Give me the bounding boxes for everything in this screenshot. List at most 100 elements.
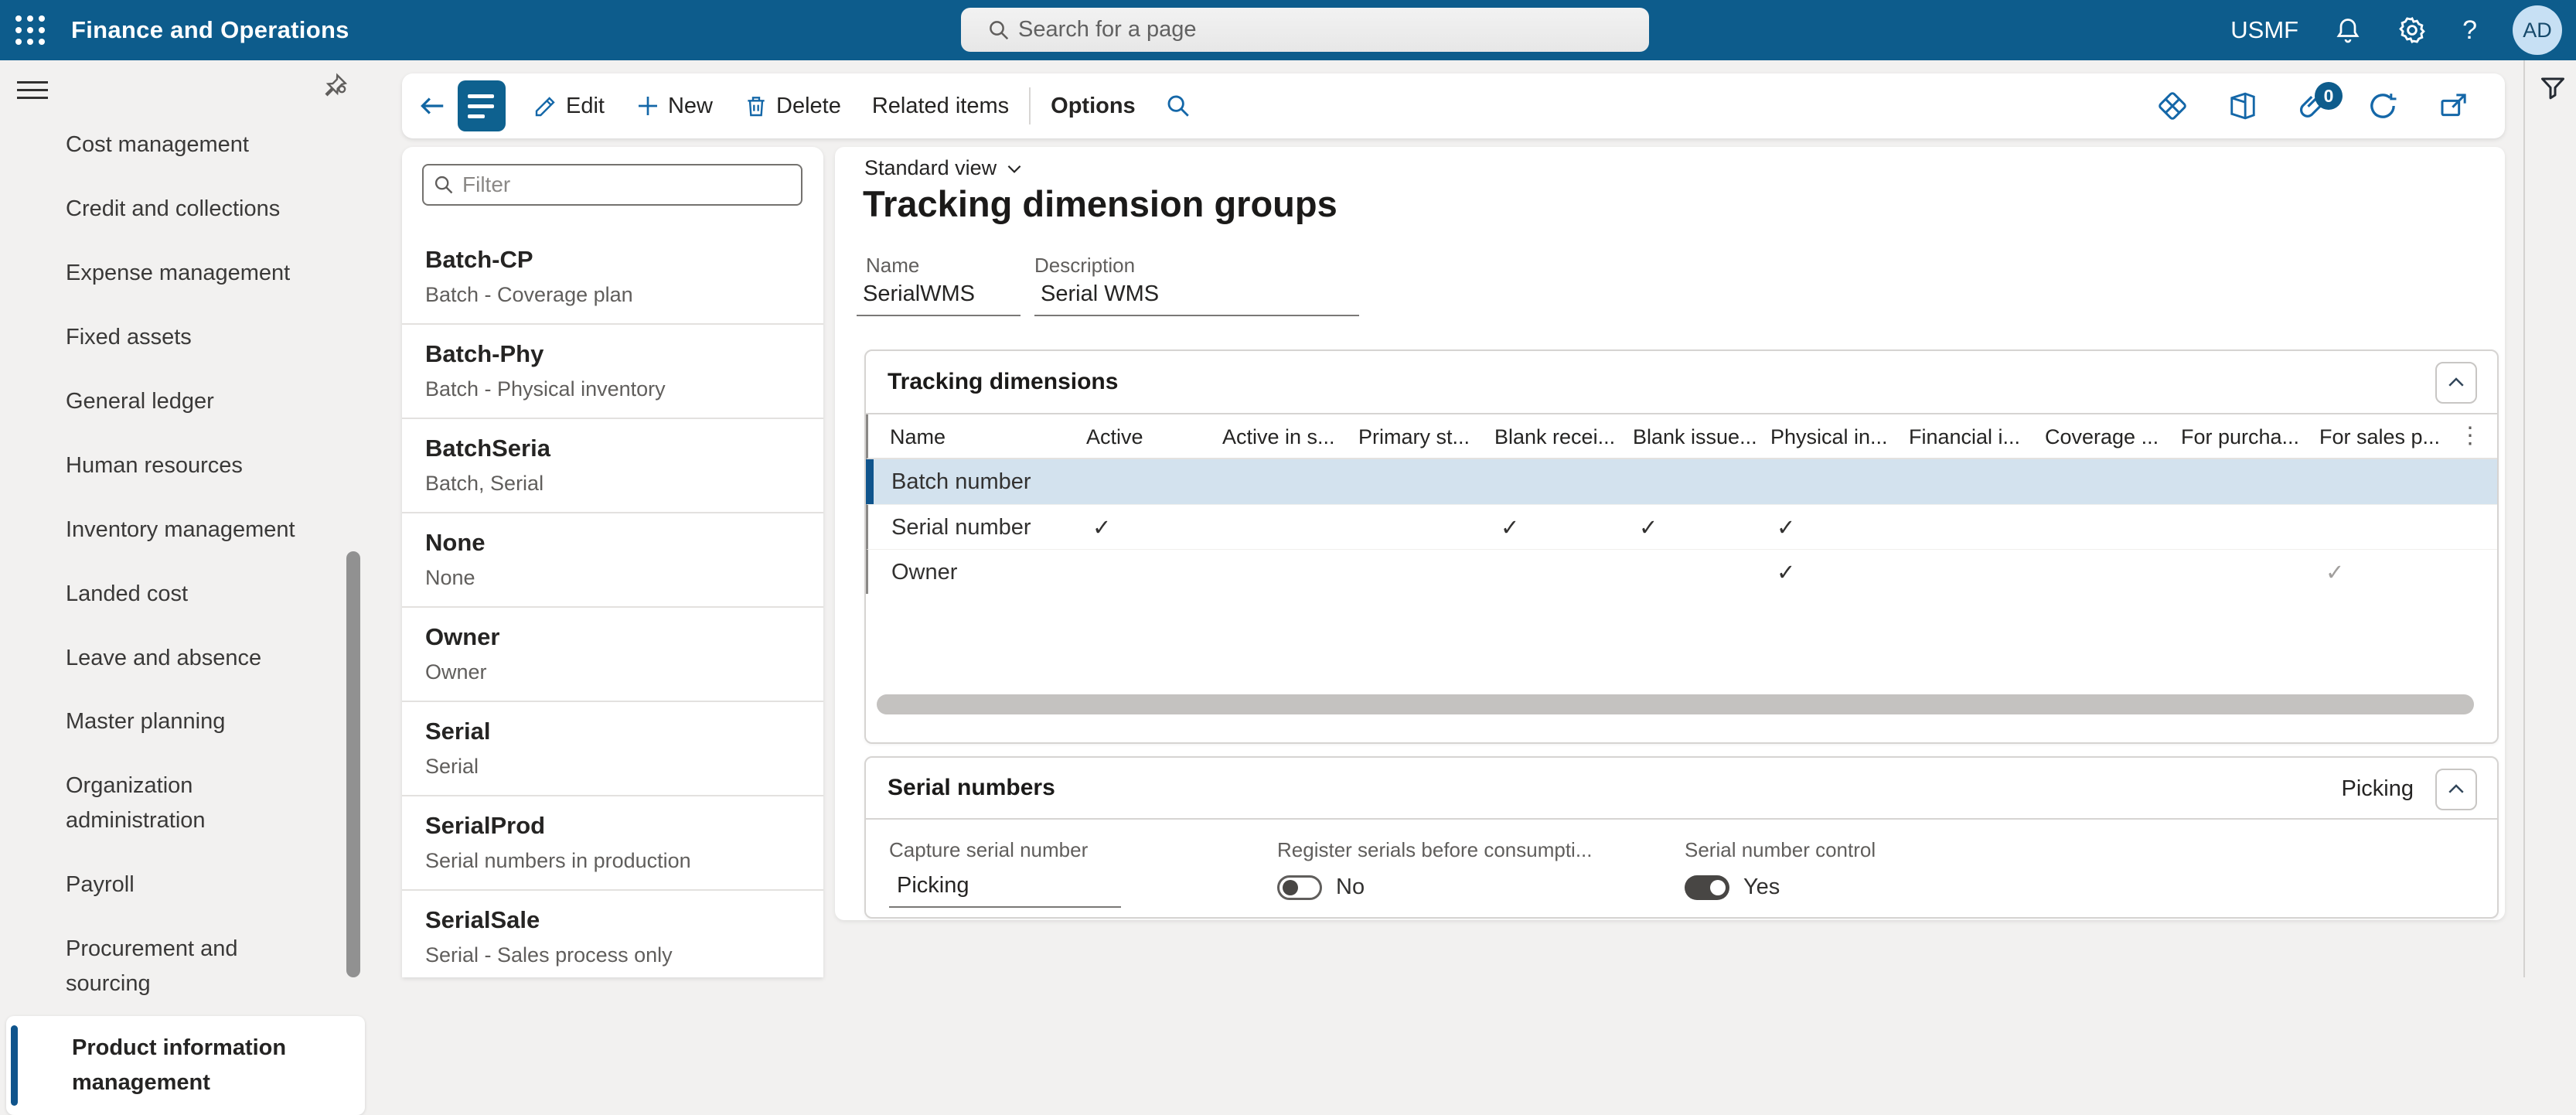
divider (1029, 87, 1031, 124)
sidebar-item-human-resources[interactable]: Human resources (0, 434, 368, 498)
table-row-owner[interactable]: Owner ✓ ✓ (866, 549, 2497, 594)
name-field[interactable] (857, 281, 1021, 316)
list-item-name: SerialProd (425, 812, 816, 840)
sidebar-item-master-planning[interactable]: Master planning (0, 690, 368, 754)
list-filter[interactable] (422, 164, 802, 206)
delete-button[interactable]: Delete (728, 73, 857, 138)
back-arrow-icon[interactable] (417, 91, 447, 121)
attachments-paperclip-icon[interactable]: 0 (2298, 91, 2327, 121)
checkmark-icon: ✓ (1777, 559, 1795, 586)
column-header-blank-recei[interactable]: Blank recei... (1494, 425, 1615, 449)
column-header-primary-st[interactable]: Primary st... (1358, 425, 1470, 449)
office-icon[interactable] (2228, 91, 2257, 121)
unpin-icon[interactable] (322, 71, 349, 99)
filter-funnel-icon[interactable] (2539, 74, 2567, 102)
list-item-name: Owner (425, 623, 816, 651)
actionbar-search-icon[interactable] (1151, 93, 1205, 119)
refresh-icon[interactable] (2367, 90, 2398, 121)
table-row-batch-number[interactable]: Batch number (866, 459, 2497, 504)
waffle-menu-icon[interactable] (0, 0, 60, 60)
list-item-none[interactable]: NoneNone (402, 513, 823, 608)
capture-serial-number-label: Capture serial number (889, 838, 1121, 862)
sidebar-item-label: Leave and absence (66, 641, 261, 676)
column-header-active[interactable]: Active (1086, 425, 1143, 449)
plus-icon (635, 94, 660, 118)
sidebar-item-general-ledger[interactable]: General ledger (0, 370, 368, 434)
new-button[interactable]: New (620, 73, 728, 138)
options-menu[interactable]: Options (1035, 73, 1151, 138)
list-item-description: Serial - Sales process only (425, 943, 816, 967)
column-header-physical-in[interactable]: Physical in... (1770, 425, 1888, 449)
filter-input[interactable] (462, 172, 772, 197)
sidebar-item-fixed-assets[interactable]: Fixed assets (0, 305, 368, 370)
checkmark-icon: ✓ (2326, 559, 2344, 586)
sidebar-item-inventory-management[interactable]: Inventory management (0, 498, 368, 562)
collapse-chevron-up-button[interactable] (2435, 362, 2477, 404)
section-title: Tracking dimensions (888, 369, 1118, 395)
grid-horizontal-scrollbar[interactable] (877, 694, 2474, 714)
serial-numbers-section: Serial numbers Picking Capture serial nu… (864, 756, 2499, 919)
show-list-button[interactable] (458, 80, 506, 131)
open-in-new-window-icon[interactable] (2438, 90, 2469, 121)
checkmark-icon: ✓ (1092, 514, 1111, 541)
register-serials-toggle[interactable] (1277, 875, 1322, 900)
sidebar-item-procurement-and-sourcing[interactable]: Procurement and sourcing (0, 917, 368, 1016)
settings-gear-icon[interactable] (2397, 15, 2427, 45)
list-item-batch-cp[interactable]: Batch-CPBatch - Coverage plan (402, 230, 823, 325)
list-item-batch-phy[interactable]: Batch-PhyBatch - Physical inventory (402, 325, 823, 419)
serial-numbers-header[interactable]: Serial numbers Picking (866, 758, 2497, 820)
sidebar-item-credit-and-collections[interactable]: Credit and collections (0, 177, 368, 241)
list-item-name: None (425, 529, 816, 557)
sidebar-item-payroll[interactable]: Payroll (0, 853, 368, 917)
list-item-description: Batch, Serial (425, 472, 816, 496)
column-header-for-sales-p[interactable]: For sales p... (2319, 425, 2440, 449)
list-item-serial[interactable]: SerialSerial (402, 702, 823, 796)
row-name-cell: Batch number (891, 469, 1031, 495)
nav-scrollbar-thumb[interactable] (346, 551, 360, 977)
table-row-serial-number[interactable]: Serial number✓✓✓✓ (866, 504, 2497, 549)
row-name-cell: Owner (891, 560, 957, 585)
sidebar-item-expense-management[interactable]: Expense management (0, 241, 368, 305)
collapse-chevron-up-button[interactable] (2435, 769, 2477, 810)
search-input[interactable] (1018, 17, 1590, 43)
sidebar-item-landed-cost[interactable]: Landed cost (0, 562, 368, 626)
tracking-dimensions-header[interactable]: Tracking dimensions (866, 351, 2497, 414)
sidebar-item-label: General ledger (66, 384, 214, 419)
capture-serial-number-field[interactable] (889, 862, 1121, 908)
sidebar-item-label: Fixed assets (66, 320, 192, 355)
serial-number-control-toggle[interactable] (1685, 875, 1729, 900)
column-header-active-in-s[interactable]: Active in s... (1222, 425, 1335, 449)
attachments-count-badge: 0 (2315, 82, 2343, 110)
column-header-for-purcha[interactable]: For purcha... (2181, 425, 2299, 449)
edit-button[interactable]: Edit (518, 73, 620, 138)
avatar[interactable]: AD (2513, 5, 2562, 55)
power-apps-icon[interactable] (2157, 90, 2188, 121)
sidebar-item-organization-administration[interactable]: Organization administration (0, 754, 368, 853)
company-picker[interactable]: USMF (2230, 16, 2298, 44)
row-name-cell: Serial number (891, 515, 1031, 540)
column-options-icon[interactable]: ⋮ (2458, 422, 2482, 449)
section-summary: Picking (2342, 776, 2414, 802)
column-header-coverage[interactable]: Coverage ... (2045, 425, 2159, 449)
sidebar-item-label: Human resources (66, 448, 243, 483)
list-item-batchseria[interactable]: BatchSeriaBatch, Serial (402, 419, 823, 513)
help-icon[interactable]: ? (2462, 15, 2477, 46)
column-header-name[interactable]: Name (890, 425, 946, 449)
list-item-serialsale[interactable]: SerialSaleSerial - Sales process only (402, 891, 823, 977)
list-item-owner[interactable]: OwnerOwner (402, 608, 823, 702)
column-header-financial-i[interactable]: Financial i... (1909, 425, 2020, 449)
sidebar-item-label: Payroll (66, 868, 135, 902)
list-item-serialprod[interactable]: SerialProdSerial numbers in production (402, 796, 823, 891)
sidebar-item-cost-management[interactable]: Cost management (0, 113, 368, 177)
page-side-strip (2523, 60, 2576, 977)
hamburger-icon[interactable] (17, 76, 48, 104)
sidebar-item-leave-and-absence[interactable]: Leave and absence (0, 626, 368, 690)
sidebar-item-product-information-management[interactable]: Product information management (6, 1016, 365, 1115)
notifications-bell-icon[interactable] (2334, 16, 2362, 44)
view-selector[interactable]: Standard view (864, 156, 1024, 180)
global-search[interactable] (961, 8, 1649, 52)
related-items-button[interactable]: Related items (857, 73, 1024, 138)
filter-search-icon (433, 174, 455, 196)
column-header-blank-issue[interactable]: Blank issue... (1633, 425, 1757, 449)
description-field[interactable] (1034, 281, 1359, 316)
